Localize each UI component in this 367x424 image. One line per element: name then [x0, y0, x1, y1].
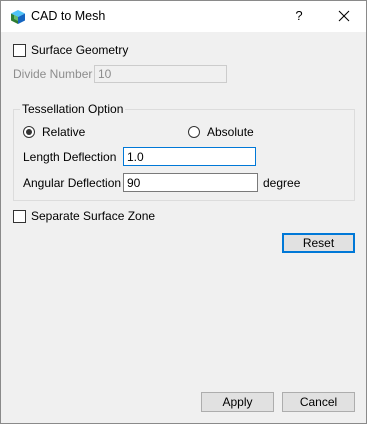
window-title: CAD to Mesh	[31, 9, 106, 23]
absolute-label: Absolute	[207, 125, 254, 139]
reset-button[interactable]: Reset	[282, 233, 355, 253]
separate-surface-zone-checkbox[interactable]	[13, 210, 26, 223]
surface-geometry-checkbox[interactable]	[13, 44, 26, 57]
apply-button[interactable]: Apply	[201, 392, 274, 412]
divide-number-label: Divide Number	[13, 67, 93, 81]
angular-deflection-label: Angular Deflection	[23, 176, 122, 190]
help-button[interactable]: ?	[286, 6, 312, 26]
separate-surface-zone-label: Separate Surface Zone	[31, 209, 156, 223]
close-icon	[338, 10, 350, 22]
divide-number-field[interactable]	[94, 65, 227, 83]
title-bar[interactable]: CAD to Mesh ?	[1, 1, 366, 32]
relative-label: Relative	[42, 125, 86, 139]
surface-geometry-label: Surface Geometry	[31, 43, 129, 57]
angular-deflection-unit: degree	[263, 176, 301, 190]
radio-selected-dot	[26, 129, 32, 135]
close-button[interactable]	[331, 6, 357, 26]
cancel-button[interactable]: Cancel	[282, 392, 355, 412]
length-deflection-field[interactable]	[123, 147, 256, 166]
absolute-radio[interactable]	[188, 126, 200, 138]
tessellation-option-title: Tessellation Option	[20, 102, 126, 116]
cad-to-mesh-dialog: CAD to Mesh ? Surface Geometry Divide Nu…	[0, 0, 367, 424]
angular-deflection-field[interactable]	[123, 173, 258, 192]
length-deflection-label: Length Deflection	[23, 150, 117, 164]
cad-mesh-app-icon	[11, 10, 25, 24]
relative-radio[interactable]	[23, 126, 35, 138]
